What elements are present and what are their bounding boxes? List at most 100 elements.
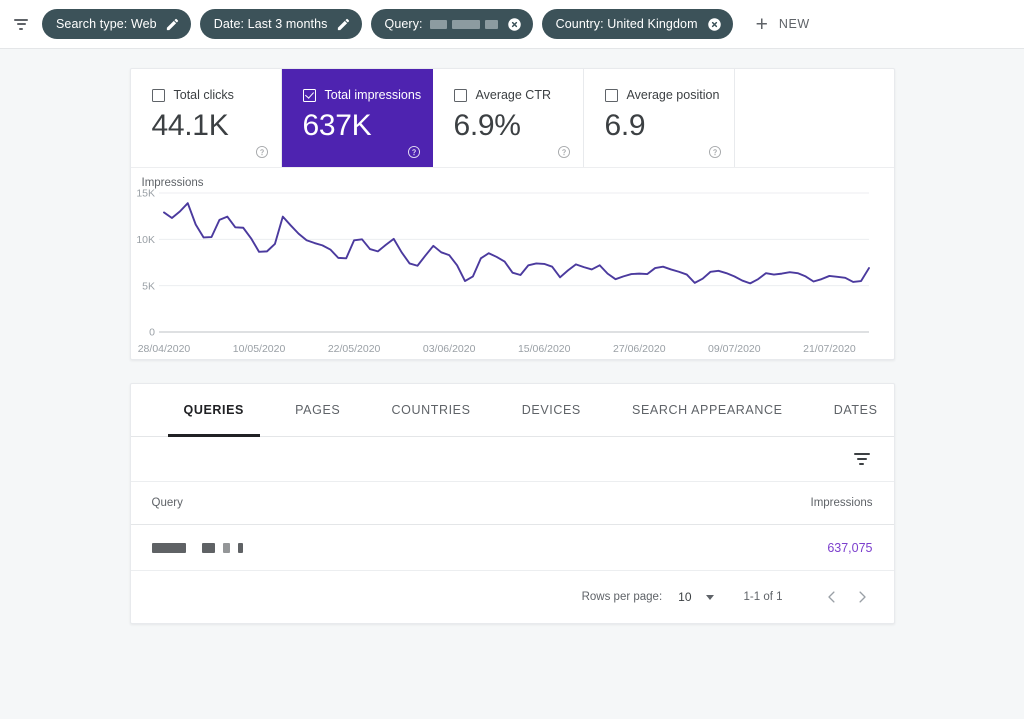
chart-svg[interactable]: 0 5K 10K 15K 28/04/2020 10/05/2020 22/05/2020… xyxy=(131,179,896,359)
chevron-right-icon xyxy=(858,591,866,603)
metric-value: 637K xyxy=(302,109,372,142)
filter-list-icon[interactable] xyxy=(8,11,34,37)
help-circle-icon[interactable] xyxy=(407,145,421,159)
chip-date-range-label: Date: Last 3 months xyxy=(213,16,328,31)
tab-gap xyxy=(597,384,616,436)
tab-label: SEARCH APPEARANCE xyxy=(632,403,783,417)
tab-search-appearance[interactable]: SEARCH APPEARANCE xyxy=(616,384,799,436)
filter-bar-1 xyxy=(14,18,28,21)
chip-search-type-label: Search type: Web xyxy=(56,16,157,31)
tab-pages[interactable]: PAGES xyxy=(279,384,356,436)
tab-label: DEVICES xyxy=(521,403,581,417)
table-header-row: Query Impressions xyxy=(130,482,894,525)
next-page-button[interactable] xyxy=(847,582,877,612)
previous-page-button[interactable] xyxy=(817,582,847,612)
metric-head: Average CTR xyxy=(453,88,583,102)
tab-gap xyxy=(799,384,818,436)
y-axis-tick-label: 15K xyxy=(136,188,155,200)
new-filter-label: NEW xyxy=(778,17,810,31)
metric-label: Total impressions xyxy=(324,88,422,102)
dimension-tabs: QUERIES PAGES COUNTRIES DEVICES SEARCH A… xyxy=(130,384,894,437)
tab-label: QUERIES xyxy=(183,403,244,417)
metrics-spacer xyxy=(735,69,894,167)
chip-date-range[interactable]: Date: Last 3 months xyxy=(199,9,362,39)
x-axis-tick-label: 21/07/2020 xyxy=(803,343,856,355)
tab-label: COUNTRIES xyxy=(391,403,471,417)
column-header-impressions[interactable]: Impressions xyxy=(811,497,873,509)
chip-query[interactable]: Query: xyxy=(370,9,533,39)
help-circle-icon[interactable] xyxy=(255,145,269,159)
chart-x-axis-labels: 28/04/2020 10/05/2020 22/05/2020 03/06/2020… xyxy=(137,343,855,355)
tab-queries[interactable]: QUERIES xyxy=(167,384,261,437)
tab-gap xyxy=(356,384,375,436)
chip-country[interactable]: Country: United Kingdom xyxy=(541,9,733,39)
metric-value: 6.9% xyxy=(453,109,521,142)
chart-gridlines xyxy=(158,192,869,333)
clear-icon[interactable] xyxy=(707,17,722,32)
redaction-block xyxy=(201,542,215,553)
redaction-block xyxy=(237,542,243,553)
chip-query-redacted-value xyxy=(429,19,498,29)
tab-devices[interactable]: DEVICES xyxy=(506,384,597,436)
redaction-block xyxy=(151,542,186,553)
main-content: Total clicks 44.1K Total impressions 637… xyxy=(0,49,1024,624)
performance-card: Total clicks 44.1K Total impressions 637… xyxy=(129,68,895,360)
y-axis-tick-label: 0 xyxy=(149,327,155,339)
metric-label: Average position xyxy=(626,88,720,102)
table-row[interactable]: 637,075 xyxy=(130,525,894,571)
pencil-icon[interactable] xyxy=(336,17,351,32)
redaction-block xyxy=(451,19,480,29)
performance-chart: Impressions 0 5K 10K 15K 28/04/2020 10/05/20… xyxy=(131,168,894,359)
filter-bar-3 xyxy=(19,27,23,30)
clear-icon[interactable] xyxy=(507,17,522,32)
metric-head: Total impressions xyxy=(302,88,433,102)
filter-bar-2 xyxy=(16,23,26,25)
tab-gap xyxy=(487,384,506,436)
tab-label: PAGES xyxy=(295,403,341,417)
chart-y-axis-labels: 0 5K 10K 15K xyxy=(136,188,155,339)
tab-gap xyxy=(260,384,279,436)
pencil-icon[interactable] xyxy=(165,17,180,32)
tab-label: DATES xyxy=(833,403,878,417)
cell-query-redacted xyxy=(151,542,828,553)
filter-bar-1 xyxy=(853,453,870,455)
tab-dates[interactable]: DATES xyxy=(818,384,894,436)
tab-countries[interactable]: COUNTRIES xyxy=(376,384,487,436)
checkbox-average-position[interactable] xyxy=(604,88,618,102)
new-filter-button[interactable]: + NEW xyxy=(748,10,818,39)
x-axis-tick-label: 15/06/2020 xyxy=(517,343,570,355)
x-axis-tick-label: 09/07/2020 xyxy=(708,343,761,355)
rows-per-page-label: Rows per page: xyxy=(581,591,663,603)
y-axis-tick-label: 10K xyxy=(136,234,155,246)
metric-card-average-position[interactable]: Average position 6.9 xyxy=(584,69,735,167)
metric-card-total-impressions[interactable]: Total impressions 637K xyxy=(281,69,433,167)
y-axis-tick-label: 5K xyxy=(142,280,155,292)
help-circle-icon[interactable] xyxy=(557,145,571,159)
dimension-table-card: QUERIES PAGES COUNTRIES DEVICES SEARCH A… xyxy=(129,383,895,624)
metric-card-average-ctr[interactable]: Average CTR 6.9% xyxy=(433,69,584,167)
help-circle-icon[interactable] xyxy=(708,145,722,159)
filter-bar: Search type: Web Date: Last 3 months Que… xyxy=(0,0,1024,49)
redaction-block xyxy=(484,19,498,29)
metrics-strip: Total clicks 44.1K Total impressions 637… xyxy=(130,69,894,168)
rows-per-page-select[interactable]: 10 xyxy=(678,590,714,604)
chip-country-label: Country: United Kingdom xyxy=(555,16,698,31)
table-pagination: Rows per page: 10 1-1 of 1 xyxy=(131,571,894,623)
metric-value: 44.1K xyxy=(151,109,229,142)
metric-head: Average position xyxy=(604,88,734,102)
filter-bar-3 xyxy=(859,463,864,465)
checkbox-total-impressions[interactable] xyxy=(302,88,316,102)
checkbox-average-ctr[interactable] xyxy=(453,88,467,102)
metric-card-total-clicks[interactable]: Total clicks 44.1K xyxy=(131,69,282,167)
checkbox-total-clicks[interactable] xyxy=(151,88,165,102)
chevron-down-icon xyxy=(705,594,714,600)
filter-bar-2 xyxy=(856,458,867,460)
chip-search-type[interactable]: Search type: Web xyxy=(42,9,191,39)
metric-head: Total clicks xyxy=(151,88,281,102)
filter-list-icon[interactable] xyxy=(851,448,873,470)
x-axis-tick-label: 03/06/2020 xyxy=(422,343,475,355)
x-axis-tick-label: 22/05/2020 xyxy=(327,343,380,355)
plus-icon: + xyxy=(755,12,768,36)
chevron-left-icon xyxy=(827,591,835,603)
column-header-query[interactable]: Query xyxy=(152,497,811,509)
